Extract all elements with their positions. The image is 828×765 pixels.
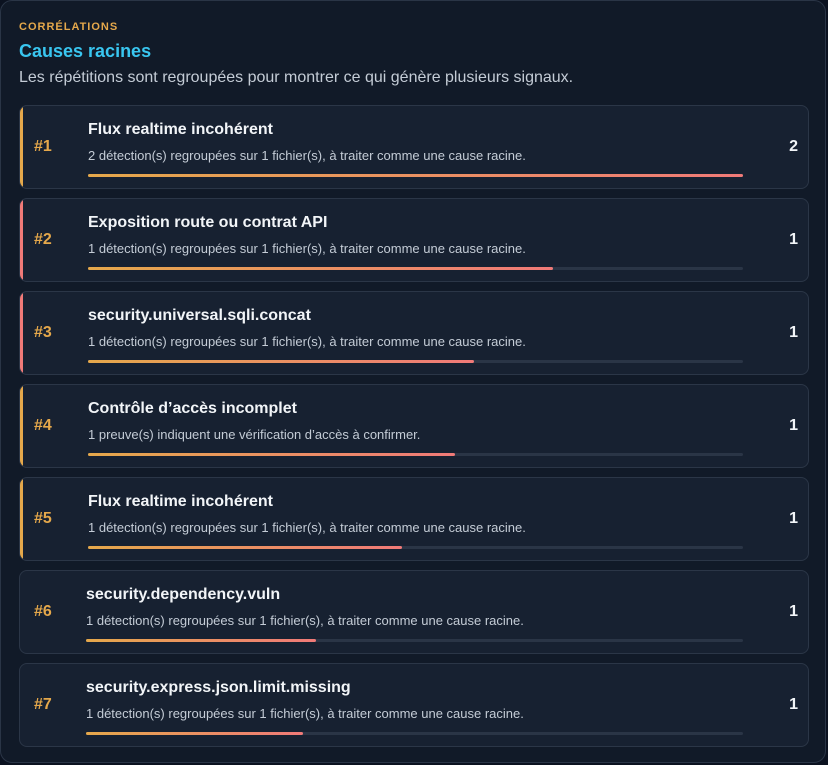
card-progress-fill bbox=[86, 732, 303, 735]
root-causes-panel: CORRÉLATIONS Causes racines Les répétiti… bbox=[0, 0, 826, 763]
card-rank: #4 bbox=[34, 417, 52, 434]
card-accent-bar bbox=[20, 199, 23, 281]
root-cause-card[interactable]: #1 Flux realtime incohérent 2 détection(… bbox=[19, 105, 809, 189]
card-description: 1 preuve(s) indiquent une vérification d… bbox=[88, 427, 421, 442]
card-rank: #7 bbox=[34, 696, 52, 713]
card-description: 1 détection(s) regroupées sur 1 fichier(… bbox=[86, 613, 524, 628]
root-cause-list: #1 Flux realtime incohérent 2 détection(… bbox=[19, 105, 809, 756]
card-title: Contrôle d’accès incomplet bbox=[88, 400, 297, 417]
root-cause-card[interactable]: #7 security.express.json.limit.missing 1… bbox=[19, 663, 809, 747]
card-progress-track bbox=[88, 360, 743, 363]
root-cause-card[interactable]: #3 security.universal.sqli.concat 1 déte… bbox=[19, 291, 809, 375]
section-eyebrow: CORRÉLATIONS bbox=[19, 21, 119, 33]
card-count: 1 bbox=[789, 603, 798, 620]
root-cause-card[interactable]: #6 security.dependency.vuln 1 détection(… bbox=[19, 570, 809, 654]
card-progress-fill bbox=[88, 267, 554, 270]
card-progress-track bbox=[88, 453, 743, 456]
card-rank: #5 bbox=[34, 510, 52, 527]
card-title: Flux realtime incohérent bbox=[88, 121, 273, 138]
card-accent-bar bbox=[20, 478, 23, 560]
card-title: Exposition route ou contrat API bbox=[88, 214, 328, 231]
root-cause-card[interactable]: #4 Contrôle d’accès incomplet 1 preuve(s… bbox=[19, 384, 809, 468]
section-subtitle: Les répétitions sont regroupées pour mon… bbox=[19, 69, 574, 86]
card-description: 1 détection(s) regroupées sur 1 fichier(… bbox=[86, 706, 524, 721]
card-progress-track bbox=[88, 267, 743, 270]
card-count: 1 bbox=[789, 510, 798, 527]
card-progress-track bbox=[88, 174, 743, 177]
card-title: security.dependency.vuln bbox=[86, 586, 281, 603]
card-progress-fill bbox=[86, 639, 316, 642]
card-progress-track bbox=[86, 732, 743, 735]
card-count: 1 bbox=[789, 324, 798, 341]
card-accent-bar bbox=[20, 292, 23, 374]
card-count: 1 bbox=[789, 696, 798, 713]
card-title: security.universal.sqli.concat bbox=[88, 307, 311, 324]
root-cause-card[interactable]: #2 Exposition route ou contrat API 1 dét… bbox=[19, 198, 809, 282]
card-count: 1 bbox=[789, 417, 798, 434]
card-title: security.express.json.limit.missing bbox=[86, 679, 351, 696]
card-title: Flux realtime incohérent bbox=[88, 493, 273, 510]
card-accent-bar bbox=[20, 385, 23, 467]
card-progress-fill bbox=[88, 360, 475, 363]
card-rank: #2 bbox=[34, 231, 52, 248]
card-description: 1 détection(s) regroupées sur 1 fichier(… bbox=[88, 520, 526, 535]
card-progress-track bbox=[86, 639, 743, 642]
card-description: 1 détection(s) regroupées sur 1 fichier(… bbox=[88, 334, 526, 349]
card-count: 2 bbox=[789, 138, 798, 155]
card-description: 1 détection(s) regroupées sur 1 fichier(… bbox=[88, 241, 526, 256]
card-rank: #6 bbox=[34, 603, 52, 620]
card-progress-fill bbox=[88, 546, 403, 549]
card-count: 1 bbox=[789, 231, 798, 248]
card-progress-fill bbox=[88, 453, 455, 456]
section-title: Causes racines bbox=[19, 41, 152, 61]
card-rank: #1 bbox=[34, 138, 52, 155]
card-rank: #3 bbox=[34, 324, 52, 341]
card-progress-fill bbox=[88, 174, 743, 177]
card-accent-bar bbox=[20, 106, 23, 188]
root-cause-card[interactable]: #5 Flux realtime incohérent 1 détection(… bbox=[19, 477, 809, 561]
card-description: 2 détection(s) regroupées sur 1 fichier(… bbox=[88, 148, 526, 163]
card-progress-track bbox=[88, 546, 743, 549]
